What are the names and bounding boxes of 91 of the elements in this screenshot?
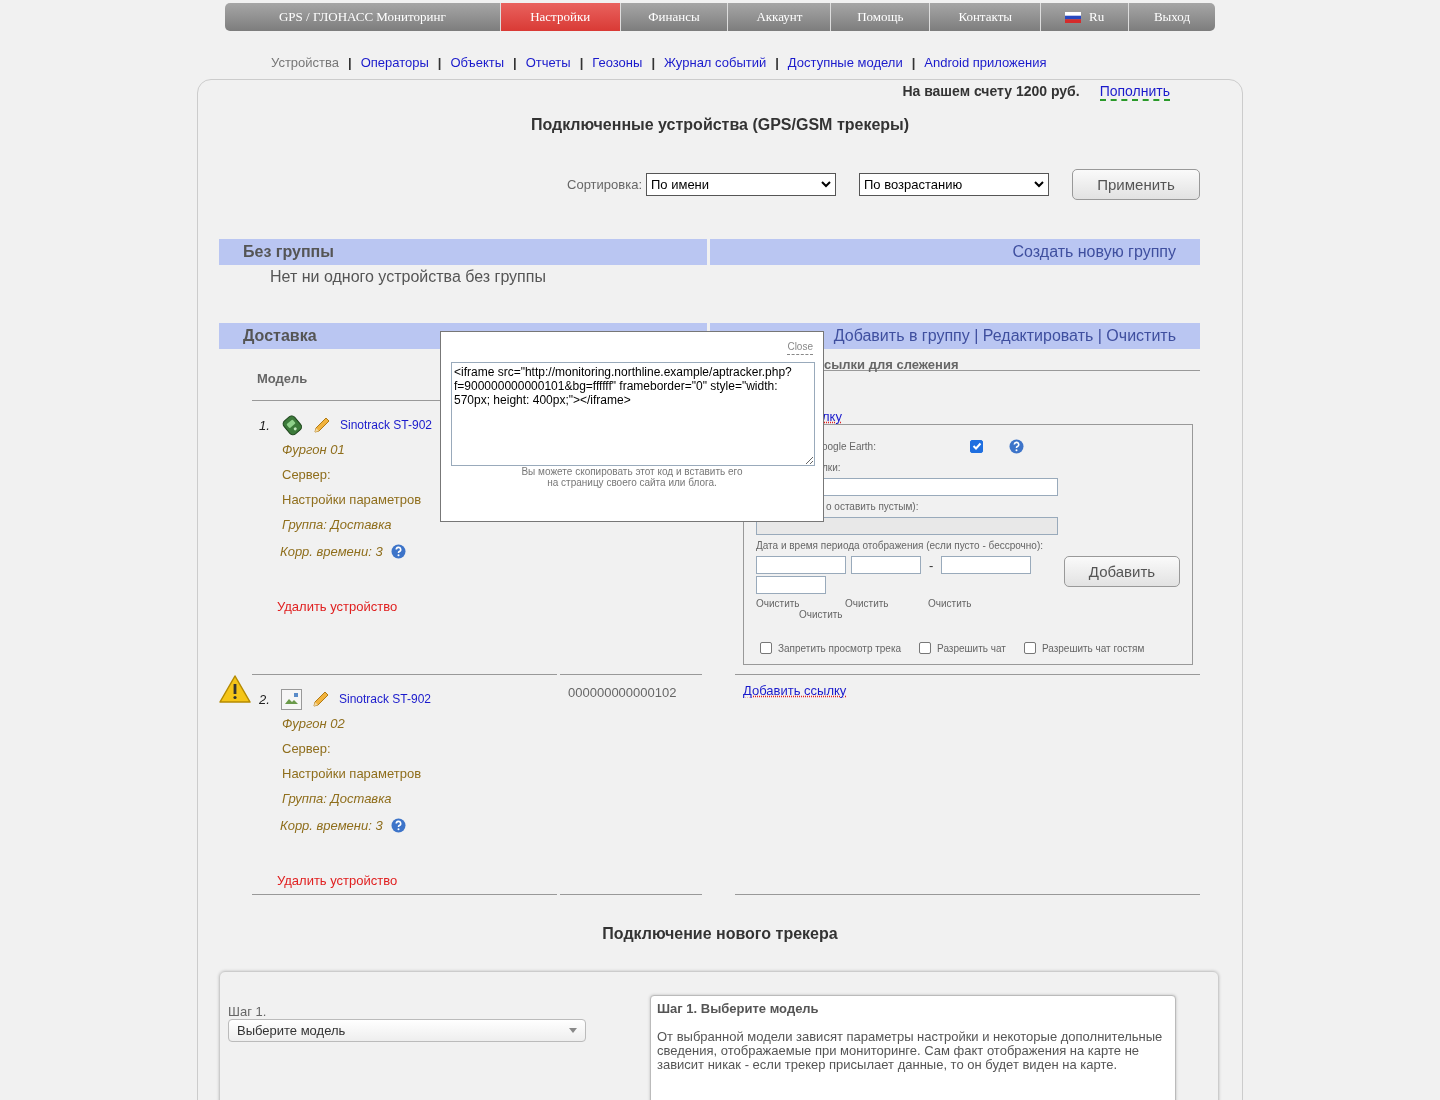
group-actions-link[interactable]: Добавить в группу | Редактировать | Очистить [833,327,1176,345]
imei-text: 000000000000102 [568,685,677,700]
sort-label: Сортировка: [567,177,642,192]
clear-link[interactable]: Очистить [756,598,845,609]
separator: | [775,54,779,70]
nav-tab[interactable]: Аккаунт [728,3,832,31]
balance-text: На вашем счету 1200 руб. [902,83,1080,101]
server-label: Сервер: [282,740,331,758]
option-checkbox[interactable] [919,642,932,654]
section-title: Подключение нового трекера [601,925,839,943]
help-icon[interactable] [1009,438,1024,454]
chevron-down-icon [1034,181,1044,188]
device-label: Фургон 02 [282,715,345,733]
separator: | [513,54,517,70]
sort-order-select[interactable]: По возрастанию [859,173,1049,196]
add-button[interactable]: Добавить [1064,556,1180,587]
apply-button[interactable]: Применить [1072,169,1200,200]
model-select[interactable]: Выберите модель [228,1019,586,1042]
end-time-field[interactable] [756,576,826,594]
device-label: Фургон 01 [282,441,345,459]
option-label: Запретить просмотр трека [778,642,902,654]
separator: | [579,54,584,70]
subnav-link[interactable]: Доступные модели [787,54,903,70]
period-label: Дата и время периода отображения (если пусто - бессрочно): [756,540,1044,551]
device-model-link[interactable]: Sinotrack ST-902 [340,418,433,432]
subnav-link[interactable]: Операторы [360,54,429,70]
start-date-field[interactable] [756,556,846,574]
group-header: Без группы [219,239,707,265]
row-number: 2. [259,691,271,707]
help-icon[interactable] [390,817,406,833]
column-header: сылки для слежения [824,357,959,372]
delete-device-link[interactable]: Удалить устройство [277,599,398,614]
separator: | [348,54,352,70]
parameter-settings-link[interactable]: Настройки параметров [282,487,422,512]
help-icon[interactable] [390,543,406,559]
create-group-link[interactable]: Создать новую группу [1012,243,1176,261]
server-label: Сервер: [282,466,331,484]
embed-code-field[interactable]: <iframe src="http://monitoring.northline.example/aptracker.php?f=900000000000101&bg=ffffff" frameborder="0" style="width: 570px; height: 400px;"></iframe> [451,362,815,466]
dropdown-arrow-icon [569,1028,577,1033]
google-earth-checkbox[interactable] [970,439,983,453]
option-label: Разрешить чат [937,642,1006,654]
subnav-link[interactable]: Android приложения [924,54,1047,70]
parameter-settings-link[interactable]: Настройки параметров [282,761,422,786]
nav-tab[interactable]: Финансы [620,3,729,31]
clear-link[interactable]: Очистить [928,598,972,609]
close-link[interactable]: Close [787,341,813,355]
device-group-text: Группа: Доставка [282,790,392,808]
hint-text: Вы можете скопировать этот код и вставить его на страницу своего сайта или блога. [520,466,744,488]
period-separator: - [928,557,935,573]
sort-field-select[interactable]: По имени [646,173,836,196]
add-link-link[interactable]: Добавить ссылку [743,683,847,698]
nav-tab[interactable]: Настройки [500,3,621,31]
delete-device-link[interactable]: Удалить устройство [277,873,398,888]
option-checkbox[interactable] [1023,642,1036,654]
link-name-field[interactable] [822,478,1058,496]
info-title: Шаг 1. Выберите модель [657,1001,820,1016]
time-offset-text: Корр. времени: 3 [280,542,383,561]
time-offset-text: Корр. времени: 3 [280,816,383,835]
separator: | [911,54,916,70]
info-text: От выбранной модели зависят параметры настройки и некоторые дополнительные сведения, отображаемые при мониторинге. Сам факт отображения на карте не зависит никак - если трекер присылает данные, то он будет виден на карте. [657,1030,1164,1072]
field-label: о оставить пустым): [826,501,920,512]
separator: | [437,54,442,70]
row-number: 1. [259,417,271,433]
pencil-icon[interactable] [312,415,332,435]
nav-tab[interactable]: GPS / ГЛОНАСС Мониторинг [225,3,501,31]
option-label: Разрешить чат гостям [1041,642,1145,654]
separator: | [651,54,655,70]
chevron-down-icon [821,181,831,188]
subnav-link[interactable]: Отчеты [525,54,571,70]
clear-link[interactable]: Очистить [799,609,1032,620]
nav-tab[interactable]: Выход [1129,3,1215,31]
end-date-field[interactable] [941,556,1032,574]
broken-image-icon [281,688,302,710]
nav-tab[interactable]: Ru [1041,3,1130,31]
nav-tab[interactable]: Контакты [930,3,1042,31]
flag-icon [1065,11,1082,23]
subnav-link[interactable]: Журнал событий [664,54,767,70]
top-up-link[interactable]: Пополнить [1099,83,1170,101]
device-group-text: Группа: Доставка [282,516,392,534]
option-checkbox[interactable] [760,642,772,654]
pencil-icon[interactable] [311,689,331,709]
nav-tab[interactable]: Помощь [831,3,931,31]
page-title: Подключенные устройства (GPS/GSM трекеры) [529,116,911,134]
subnav-link[interactable]: Объекты [450,54,505,70]
subnav-link[interactable]: Геозоны [592,54,643,70]
empty-group-text: Нет ни одного устройства без группы [270,268,547,286]
step-label: Шаг 1. [228,1004,268,1019]
start-time-field[interactable] [851,556,921,574]
device-model-link[interactable]: Sinotrack ST-902 [339,692,432,706]
clear-link[interactable]: Очистить [845,598,928,609]
subnav-link[interactable]: Устройства [271,54,339,70]
